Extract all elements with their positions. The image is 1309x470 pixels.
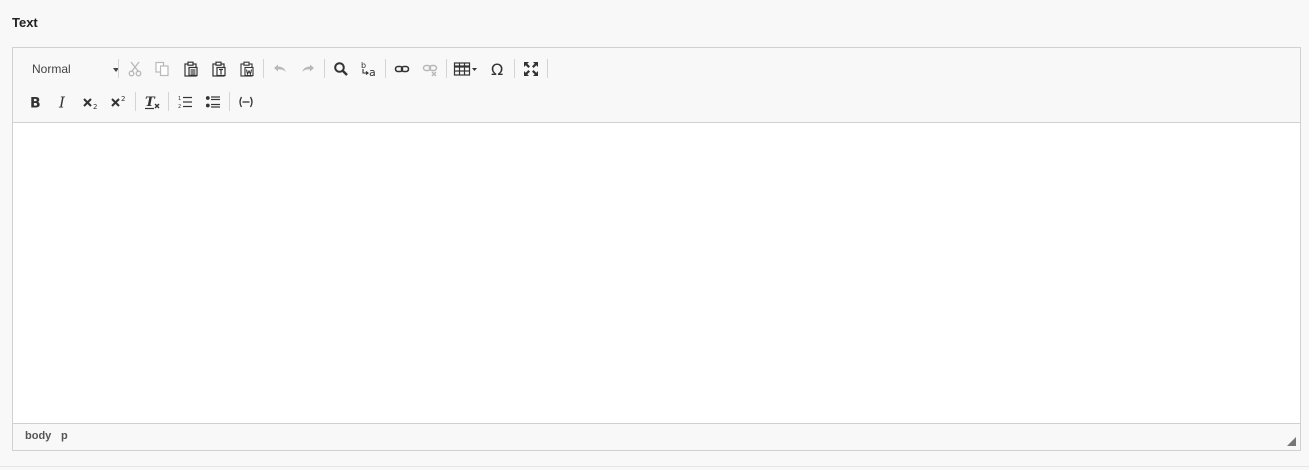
svg-text:I: I <box>58 94 66 110</box>
italic-button[interactable]: I <box>51 91 75 113</box>
special-char-button[interactable]: Ω <box>486 58 510 80</box>
svg-text:b: b <box>361 61 366 70</box>
subscript-icon: 2 <box>83 98 97 110</box>
editor-status-bar: body p <box>13 423 1300 450</box>
svg-text:T: T <box>145 95 156 110</box>
svg-text:B: B <box>30 96 41 111</box>
copy-icon <box>155 61 169 77</box>
toolbar-separator <box>135 92 136 111</box>
toolbar-row-1: Normal b a Ω <box>13 56 1300 82</box>
toolbar-separator <box>263 59 264 78</box>
replace-icon: b a <box>361 61 376 78</box>
paste-text-button[interactable] <box>207 58 231 80</box>
format-dropdown[interactable]: Normal <box>25 58 119 80</box>
paste-icon <box>184 61 198 77</box>
paste-word-icon <box>240 61 254 77</box>
maximize-icon <box>524 62 538 76</box>
superscript-button[interactable]: 2 <box>107 91 131 113</box>
undo-icon <box>274 64 286 72</box>
find-icon <box>334 62 348 76</box>
special-char-icon: Ω <box>491 60 503 78</box>
superscript-icon: 2 <box>111 95 125 107</box>
bold-icon: B <box>30 96 41 111</box>
replace-button[interactable]: b a <box>357 58 381 80</box>
editor-toolbar: Normal b a Ω B I 2 2 T 1 2 <box>13 48 1300 123</box>
toolbar-row-2: B I 2 2 T 1 2 <box>13 89 1300 115</box>
toolbar-separator <box>229 92 230 111</box>
redo-button[interactable] <box>296 58 320 80</box>
cut-button[interactable] <box>123 58 147 80</box>
remove-format-icon: T <box>145 95 160 110</box>
link-icon <box>394 65 410 73</box>
unlink-icon <box>422 64 438 77</box>
paste-word-button[interactable] <box>235 58 259 80</box>
field-label: Text <box>12 15 38 30</box>
copy-button[interactable] <box>150 58 174 80</box>
redo-icon <box>302 64 314 72</box>
svg-text:a: a <box>369 66 376 78</box>
bulleted-list-button[interactable] <box>201 91 225 113</box>
editor-content-area[interactable] <box>13 123 1300 423</box>
svg-text:2: 2 <box>93 103 97 110</box>
cut-icon <box>128 61 142 77</box>
element-path-body[interactable]: body <box>25 430 51 442</box>
svg-text:Ω: Ω <box>491 60 503 78</box>
svg-text:2: 2 <box>178 104 181 110</box>
toolbar-separator <box>547 59 548 78</box>
rich-text-editor: Normal b a Ω B I 2 2 T 1 2 body p <box>12 47 1301 451</box>
resize-handle-icon[interactable] <box>1287 437 1296 446</box>
bulleted-list-icon <box>205 96 220 108</box>
svg-text:2: 2 <box>121 95 125 103</box>
svg-text:1: 1 <box>178 96 181 102</box>
undo-button[interactable] <box>268 58 292 80</box>
element-path-p[interactable]: p <box>61 430 68 442</box>
table-button[interactable] <box>451 58 481 80</box>
bold-button[interactable]: B <box>23 91 47 113</box>
toolbar-separator <box>324 59 325 78</box>
format-dropdown-value: Normal <box>32 62 71 76</box>
toolbar-separator <box>168 92 169 111</box>
remove-format-button[interactable]: T <box>140 91 164 113</box>
divider <box>0 466 1309 467</box>
placeholder-icon <box>239 96 253 108</box>
toolbar-separator <box>446 59 447 78</box>
unlink-button[interactable] <box>418 58 442 80</box>
numbered-list-icon: 1 2 <box>178 96 192 110</box>
toolbar-separator <box>514 59 515 78</box>
subscript-button[interactable]: 2 <box>79 91 103 113</box>
maximize-button[interactable] <box>519 58 543 80</box>
paste-text-icon <box>212 61 226 77</box>
paste-button[interactable] <box>179 58 203 80</box>
link-button[interactable] <box>390 58 414 80</box>
find-button[interactable] <box>329 58 353 80</box>
placeholder-button[interactable] <box>234 91 258 113</box>
numbered-list-button[interactable]: 1 2 <box>173 91 197 113</box>
toolbar-separator <box>118 59 119 78</box>
table-icon <box>453 62 477 76</box>
italic-icon: I <box>58 94 66 110</box>
toolbar-separator <box>385 59 386 78</box>
